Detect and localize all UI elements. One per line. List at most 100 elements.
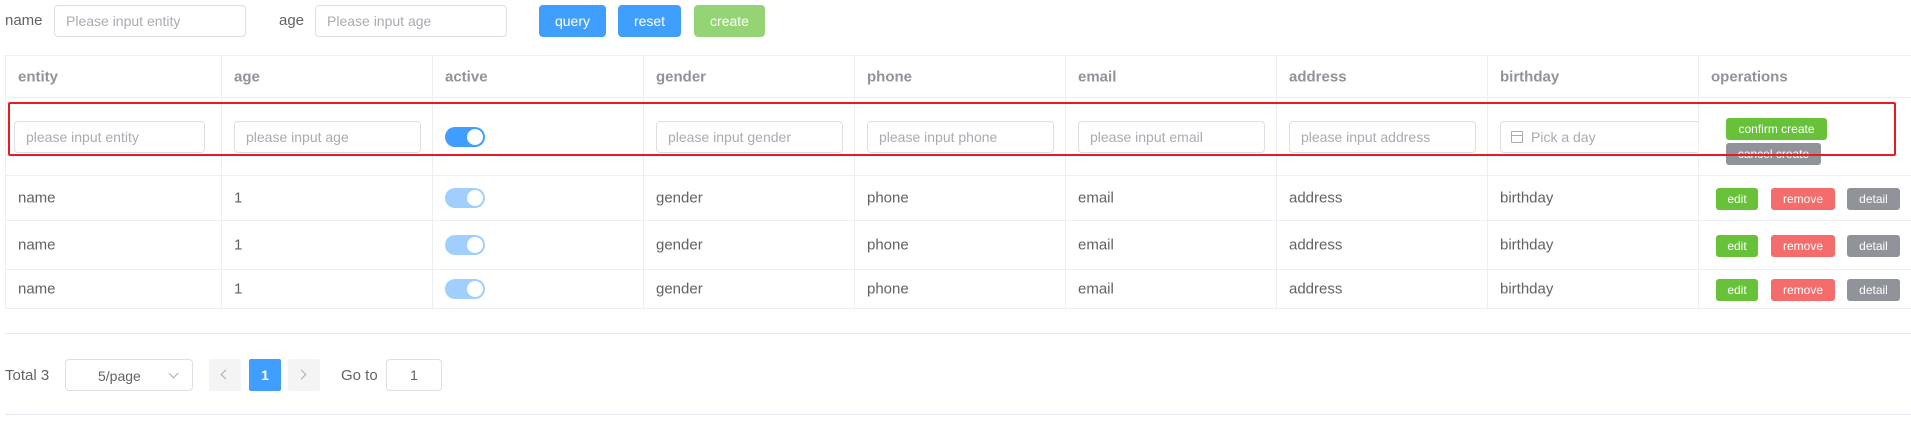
gender-value: gender (656, 280, 703, 298)
toggle-knob (467, 190, 483, 206)
page-size-value: 5/page (98, 368, 141, 384)
address-cell: address (1277, 270, 1488, 308)
new-phone-cell (855, 98, 1066, 175)
entity-cell: name (6, 176, 222, 220)
calendar-icon (1511, 131, 1523, 143)
data-table: entity age active gender phone email add… (5, 55, 1911, 309)
confirm-create-button[interactable]: confirm create (1726, 118, 1827, 140)
email-value: email (1078, 236, 1114, 254)
birthday-value: birthday (1500, 189, 1554, 207)
phone-value: phone (867, 236, 909, 254)
header-cell: active (433, 56, 644, 97)
detail-button[interactable]: detail (1847, 279, 1900, 301)
active-toggle[interactable] (445, 188, 485, 208)
query-button[interactable]: query (539, 5, 606, 37)
remove-button[interactable]: remove (1771, 188, 1835, 210)
birthday-cell: birthday (1488, 176, 1699, 220)
address-cell: address (1277, 176, 1488, 220)
entity-cell: name (6, 270, 222, 308)
age-cell: 1 (222, 176, 433, 220)
address-value: address (1289, 189, 1343, 207)
new-active-toggle[interactable] (445, 126, 485, 147)
create-button[interactable]: create (694, 5, 765, 37)
active-toggle[interactable] (445, 235, 485, 255)
header-phone: phone (867, 68, 912, 85)
new-age-cell (222, 98, 433, 175)
divider (5, 414, 1911, 415)
birthday-value: birthday (1500, 236, 1554, 254)
chevron-down-icon (168, 368, 179, 379)
active-toggle[interactable] (445, 279, 485, 299)
header-cell: email (1066, 56, 1277, 97)
header-cell: address (1277, 56, 1488, 97)
new-entity-input[interactable] (14, 121, 205, 153)
cancel-create-button[interactable]: cancel create (1726, 143, 1821, 165)
new-operations-cell: confirm create cancel create (1699, 98, 1911, 175)
age-label: age (279, 12, 305, 29)
new-age-input[interactable] (234, 121, 421, 153)
edit-button[interactable]: edit (1716, 279, 1758, 301)
header-cell: operations (1699, 56, 1911, 97)
email-cell: email (1066, 270, 1277, 308)
toggle-knob (467, 281, 483, 297)
next-page-button[interactable] (288, 359, 320, 391)
new-birthday-picker[interactable]: Pick a day (1500, 121, 1698, 153)
prev-page-button[interactable] (209, 359, 241, 391)
email-value: email (1078, 280, 1114, 298)
new-row: Pick a day confirm create cancel create (6, 98, 1911, 176)
table-row: name 1 gender phone email address birthd… (6, 221, 1911, 270)
reset-button[interactable]: reset (618, 5, 681, 37)
header-cell: entity (6, 56, 222, 97)
edit-button[interactable]: edit (1716, 188, 1758, 210)
page-number-1[interactable]: 1 (249, 359, 281, 391)
toggle-knob (467, 128, 483, 145)
toggle-knob (467, 237, 483, 253)
header-email: email (1078, 68, 1117, 85)
age-search-input[interactable] (315, 5, 507, 37)
birthday-cell: birthday (1488, 270, 1699, 308)
header-cell: gender (644, 56, 855, 97)
phone-cell: phone (855, 221, 1066, 269)
new-phone-input[interactable] (867, 121, 1054, 153)
email-value: email (1078, 189, 1114, 207)
remove-button[interactable]: remove (1771, 235, 1835, 257)
age-cell: 1 (222, 270, 433, 308)
email-cell: email (1066, 176, 1277, 220)
phone-value: phone (867, 280, 909, 298)
birthday-value: birthday (1500, 280, 1554, 298)
entity-value: name (18, 236, 56, 254)
active-cell (433, 270, 644, 308)
active-cell (433, 176, 644, 220)
name-label: name (5, 12, 43, 29)
new-gender-cell (644, 98, 855, 175)
header-gender: gender (656, 68, 707, 85)
birthday-placeholder: Pick a day (1531, 129, 1596, 145)
entity-value: name (18, 280, 56, 298)
edit-button[interactable]: edit (1716, 235, 1758, 257)
new-active-cell (433, 98, 644, 175)
header-cell: birthday (1488, 56, 1699, 97)
birthday-cell: birthday (1488, 221, 1699, 269)
new-gender-input[interactable] (656, 121, 843, 153)
header-cell: age (222, 56, 433, 97)
operations-cell: edit remove detail (1699, 221, 1911, 269)
new-address-input[interactable] (1289, 121, 1476, 153)
email-cell: email (1066, 221, 1277, 269)
new-address-cell (1277, 98, 1488, 175)
name-search-input[interactable] (54, 5, 246, 37)
new-email-input[interactable] (1078, 121, 1265, 153)
remove-button[interactable]: remove (1771, 279, 1835, 301)
detail-button[interactable]: detail (1847, 235, 1900, 257)
entity-cell: name (6, 221, 222, 269)
chevron-right-icon (296, 369, 307, 380)
goto-page-input[interactable] (386, 359, 442, 391)
pagination-total: Total 3 (5, 367, 50, 384)
chevron-left-icon (220, 369, 231, 380)
detail-button[interactable]: detail (1847, 188, 1900, 210)
phone-cell: phone (855, 270, 1066, 308)
gender-value: gender (656, 189, 703, 207)
address-value: address (1289, 236, 1343, 254)
page-size-select[interactable]: 5/page (65, 359, 193, 391)
phone-value: phone (867, 189, 909, 207)
age-value: 1 (234, 236, 243, 254)
